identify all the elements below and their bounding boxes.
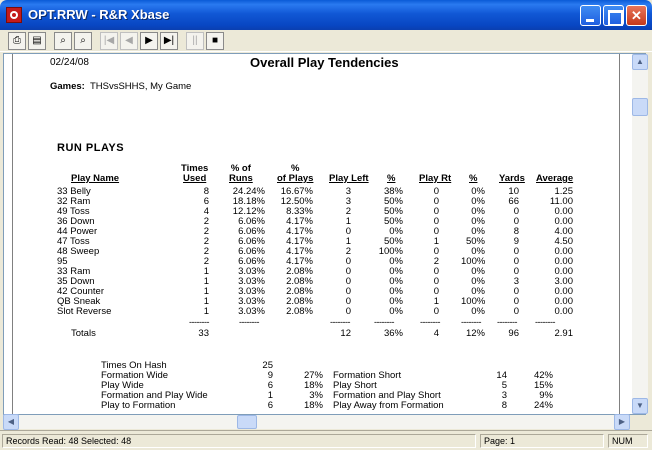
scroll-corner <box>630 415 646 429</box>
next-page-icon[interactable]: ▶ <box>140 32 158 50</box>
report-date: 02/24/08 <box>50 57 89 68</box>
games-value: THSvsSHHS, My Game <box>89 81 192 92</box>
cell-pct-left: 0% <box>389 306 403 317</box>
cell-pct-rt: 0% <box>471 306 485 317</box>
dash-separator: -------- <box>374 317 394 327</box>
zoom-in-icon[interactable]: ⌕ <box>54 32 72 50</box>
header-pct-left: % <box>387 173 396 184</box>
hash-left-count: 6 <box>267 400 273 411</box>
header-yards: Yards <box>499 173 525 184</box>
totals-times: 33 <box>198 328 209 339</box>
records-status: Records Read: 48 Selected: 48 <box>2 434 476 448</box>
hash-right-label: Play Away from Formation <box>333 400 444 411</box>
hash-right-pct: 24% <box>533 400 553 411</box>
cell-play-left: 0 <box>345 306 351 317</box>
pause-icon[interactable]: || <box>186 32 204 50</box>
scroll-up-icon[interactable]: ▲ <box>632 54 648 70</box>
cell-play-name: Slot Reverse <box>57 306 112 317</box>
totals-play-rt: 4 <box>433 328 439 339</box>
last-page-icon[interactable]: ▶| <box>160 32 178 50</box>
totals-row: Totals 33 12 36% 4 12% 96 2.91 <box>13 328 613 339</box>
report-page: 02/24/08 Overall Play Tendencies Games: … <box>12 54 620 414</box>
dash-separator: -------- <box>189 317 209 327</box>
zoom-out-icon[interactable]: ⌕ <box>74 32 92 50</box>
header-play-name: Play Name <box>71 173 120 184</box>
cell-times-used: 1 <box>203 306 209 317</box>
close-button[interactable]: ✕ <box>626 5 647 26</box>
vertical-scroll-thumb[interactable] <box>632 98 648 116</box>
minimize-button[interactable] <box>580 5 601 26</box>
print-icon[interactable]: ⎙ <box>8 32 26 50</box>
header-times-used: Times Used <box>181 163 209 184</box>
toolbar: ⎙ ▤ ⌕ ⌕ |◀ ◀ ▶ ▶| || ■ <box>0 30 652 52</box>
games-label: Games: <box>50 81 85 92</box>
horizontal-scrollbar[interactable]: ◀ ▶ <box>3 414 630 430</box>
totals-average: 2.91 <box>554 328 574 339</box>
dash-separator: -------- <box>535 317 555 327</box>
cell-yards: 0 <box>513 306 519 317</box>
maximize-button[interactable] <box>603 5 624 26</box>
stop-icon[interactable]: ■ <box>206 32 224 50</box>
first-page-icon[interactable]: |◀ <box>100 32 118 50</box>
vertical-scrollbar[interactable]: ▲ ▼ <box>632 54 648 414</box>
dash-separator: -------- <box>239 317 259 327</box>
header-pct-plays: % of Plays <box>277 163 314 184</box>
hash-right-count: 8 <box>501 400 507 411</box>
num-lock-status: NUM <box>608 434 648 448</box>
header-pct-runs: % of Runs <box>229 163 253 184</box>
totals-pct-rt: 12% <box>465 328 485 339</box>
scroll-down-icon[interactable]: ▼ <box>632 398 648 414</box>
totals-label: Totals <box>71 328 96 339</box>
header-pct-rt: % <box>469 173 478 184</box>
scroll-left-icon[interactable]: ◀ <box>3 414 19 430</box>
window-title: OPT.RRW - R&R Xbase <box>28 7 170 22</box>
title-bar[interactable]: OPT.RRW - R&R Xbase ✕ <box>0 0 652 30</box>
table-row: Slot Reverse 1 3.03% 2.08% 0 0% 0 0% 0 0.00 <box>13 306 613 317</box>
totals-yards: 96 <box>508 328 519 339</box>
header-play-rt: Play Rt <box>419 173 452 184</box>
cell-play-rt: 0 <box>433 306 439 317</box>
cell-pct-plays: 2.08% <box>286 306 313 317</box>
cell-pct-runs: 3.03% <box>238 306 265 317</box>
dash-separator: -------- <box>461 317 481 327</box>
prev-page-icon[interactable]: ◀ <box>120 32 138 50</box>
header-play-left: Play Left <box>329 173 369 184</box>
section-title: RUN PLAYS <box>57 142 125 154</box>
app-icon[interactable] <box>6 7 22 23</box>
totals-play-left: 12 <box>340 328 351 339</box>
scroll-right-icon[interactable]: ▶ <box>614 414 630 430</box>
dash-separator: -------- <box>420 317 440 327</box>
horizontal-scroll-thumb[interactable] <box>237 415 257 429</box>
dash-separator: -------- <box>497 317 517 327</box>
report-title: Overall Play Tendencies <box>250 55 399 70</box>
page-setup-icon[interactable]: ▤ <box>28 32 46 50</box>
totals-pct-left: 36% <box>383 328 403 339</box>
games-line: Games: THSvsSHHS, My Game <box>50 81 191 92</box>
cell-average: 0.00 <box>554 306 574 317</box>
hash-left-pct: 18% <box>303 400 323 411</box>
hash-left-label: Play to Formation <box>101 400 176 411</box>
page-status: Page: 1 <box>480 434 604 448</box>
header-average: Average <box>536 173 574 184</box>
report-viewport[interactable]: 02/24/08 Overall Play Tendencies Games: … <box>3 53 648 415</box>
status-bar: Records Read: 48 Selected: 48 Page: 1 NU… <box>0 430 652 450</box>
dash-separator: -------- <box>330 317 350 327</box>
